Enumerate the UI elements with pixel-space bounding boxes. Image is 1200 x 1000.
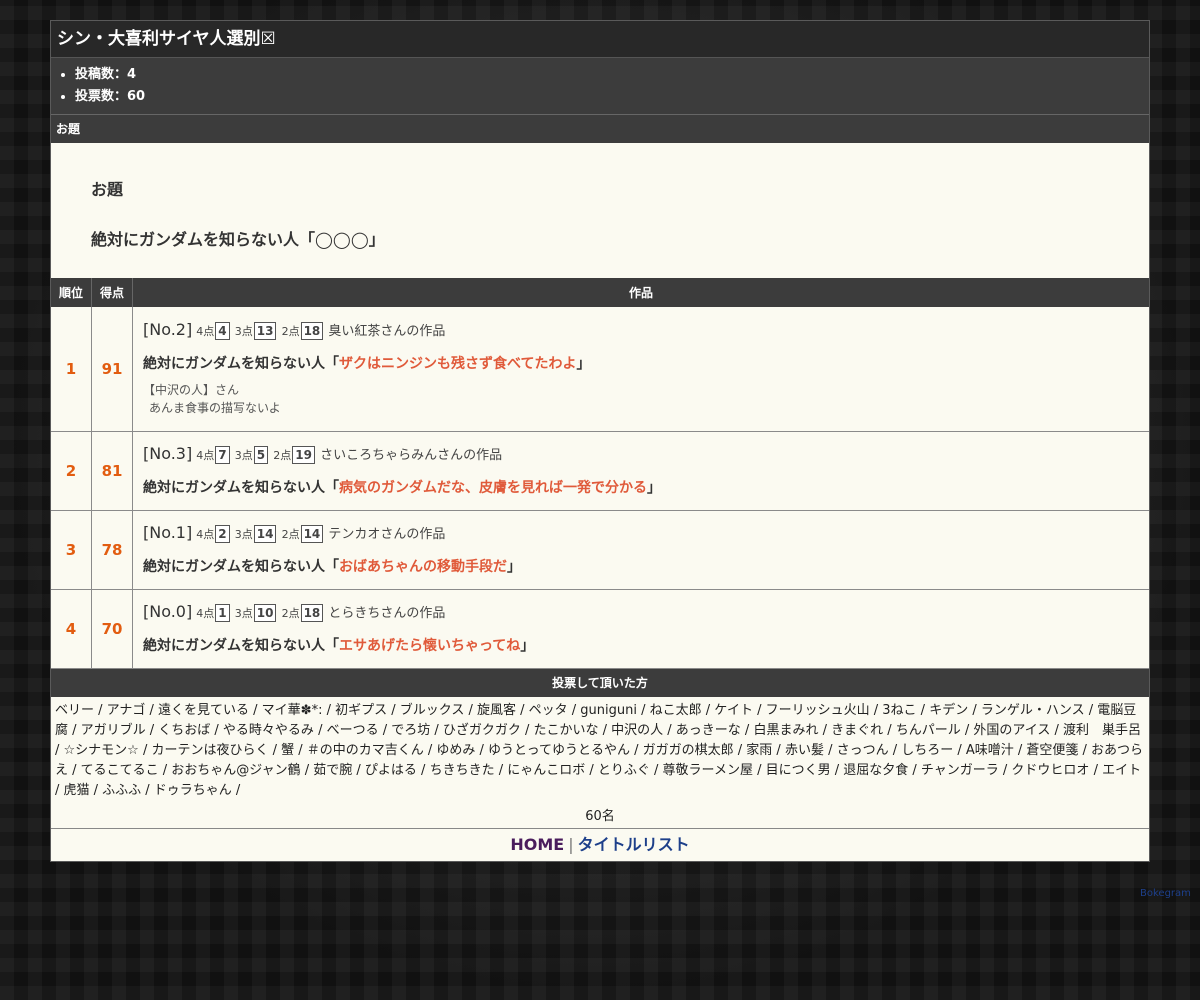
- answer-text: おばあちゃんの移動手段だ: [339, 558, 507, 575]
- score-cell: 78: [91, 510, 133, 590]
- rank-cell: 1: [51, 307, 92, 432]
- answer-prefix: 絶対にガンダムを知らない人「: [143, 355, 339, 372]
- work-meta: [No.3] 4点 7 3点 5 2点 19 さいころちゃらみんさんの作品: [143, 443, 1139, 467]
- answer-prefix: 絶対にガンダムを知らない人「: [143, 558, 339, 575]
- work-cell: [No.3] 4点 7 3点 5 2点 19 さいころちゃらみんさんの作品絶対にガンダム…: [132, 431, 1149, 511]
- points-4-label: 4点: [196, 448, 215, 462]
- points-3-label: 3点: [234, 448, 253, 462]
- footer-nav: HOME | タイトルリスト: [51, 829, 1149, 861]
- rank-cell: 3: [51, 510, 92, 590]
- answer-suffix: 」: [576, 355, 591, 372]
- col-work: 作品: [132, 278, 1149, 307]
- home-link[interactable]: HOME: [510, 835, 564, 854]
- post-count: 投稿数：4: [75, 64, 1149, 86]
- answer-prefix: 絶対にガンダムを知らない人「: [143, 637, 339, 654]
- entry-number: [No.2]: [143, 319, 193, 339]
- points-3-count: 5: [253, 445, 269, 464]
- page-title: シン・大喜利サイヤ人選別☒: [51, 21, 1149, 58]
- comment-author: 【中沢の人】さん: [143, 382, 240, 397]
- results-table: 順位 得点 作品 1 91 [No.2] 4点 4 3点 13 2点 18 臭い紅茶さんの作…: [51, 278, 1149, 669]
- voter-total: 60名: [51, 803, 1149, 829]
- points-4-count: 4: [215, 321, 230, 340]
- answer-line: 絶対にガンダムを知らない人「エサあげたら懐いちゃってね」: [143, 635, 1139, 655]
- odai-panel: お題 絶対にガンダムを知らない人「◯◯◯」: [51, 143, 1149, 278]
- answer-suffix: 」: [647, 479, 661, 496]
- points-4-label: 4点: [196, 527, 215, 541]
- rank-cell: 2: [51, 431, 92, 511]
- author: とらきちさんの作品: [328, 605, 446, 621]
- answer-text: ザクはニンジンも残さず食べてたわよ: [339, 355, 577, 372]
- author: 臭い紅茶さんの作品: [328, 323, 446, 339]
- voters-list: ベリー / アナゴ / 遠くを見ている / マイ華✽*: / 初ギプス / ブル…: [55, 702, 1144, 798]
- points-2-count: 19: [292, 445, 315, 464]
- table-row: 3 78 [No.1] 4点 2 3点 14 2点 14 テンカオさんの作品 絶対にガンダムを…: [51, 510, 1149, 590]
- points-3-count: 10: [253, 603, 277, 622]
- table-row: 4 70 [No.0] 4点 1 3点 10 2点 18 とらきちさんの作品 絶対にガンダムを…: [51, 589, 1149, 669]
- comment-body: あんま食事の描写ないよ: [149, 400, 281, 415]
- author: さいころちゃらみんさんの作品: [320, 447, 503, 463]
- title-list-link[interactable]: タイトルリスト: [578, 835, 690, 854]
- points-4-label: 4点: [196, 324, 215, 338]
- points-2-label: 2点: [281, 324, 300, 338]
- nav-separator: |: [568, 834, 574, 854]
- entry-number: [No.3]: [143, 443, 193, 463]
- answer-text: エサあげたら懐いちゃってね: [339, 637, 521, 654]
- vote-count: 投票数：60: [75, 86, 1149, 108]
- score-cell: 70: [91, 589, 133, 669]
- points-3-label: 3点: [234, 527, 253, 541]
- odai-text: 絶対にガンダムを知らない人「◯◯◯」: [91, 230, 385, 249]
- odai-header: お題: [51, 115, 1149, 143]
- work-cell: [No.2] 4点 4 3点 13 2点 18 臭い紅茶さんの作品絶対にガンダムを知らな…: [132, 307, 1149, 432]
- points-3-label: 3点: [234, 606, 253, 620]
- col-score: 得点: [91, 278, 133, 307]
- score-cell: 91: [91, 307, 133, 432]
- points-2-count: 18: [300, 321, 324, 340]
- points-2-label: 2点: [273, 448, 292, 462]
- answer-text: 病気のガンダムだな、皮膚を見れば一発で分かる: [339, 479, 647, 496]
- work-meta: [No.2] 4点 4 3点 13 2点 18 臭い紅茶さんの作品: [143, 319, 1139, 343]
- table-row: 2 81 [No.3] 4点 7 3点 5 2点 19 さいころちゃらみんさんの作品 絶対にガ…: [51, 431, 1149, 511]
- comment: 【中沢の人】さんあんま食事の描写ないよ: [143, 381, 1139, 417]
- entry-number: [No.1]: [143, 522, 193, 542]
- points-4-count: 7: [215, 445, 230, 464]
- table-row: 1 91 [No.2] 4点 4 3点 13 2点 18 臭い紅茶さんの作品 絶対にガンダムを…: [51, 307, 1149, 432]
- answer-prefix: 絶対にガンダムを知らない人「: [143, 479, 339, 496]
- voters-header: 投票して頂いた方: [51, 668, 1149, 697]
- points-4-label: 4点: [196, 606, 215, 620]
- points-4-count: 1: [215, 603, 230, 622]
- col-rank: 順位: [51, 278, 92, 307]
- entry-number: [No.0]: [143, 601, 193, 621]
- answer-suffix: 」: [507, 558, 521, 575]
- answer-line: 絶対にガンダムを知らない人「おばあちゃんの移動手段だ」: [143, 556, 1139, 576]
- points-4-count: 2: [215, 524, 230, 543]
- rank-cell: 4: [51, 589, 92, 669]
- author: テンカオさんの作品: [328, 526, 446, 542]
- points-3-label: 3点: [234, 324, 253, 338]
- stats-panel: 投稿数：4 投票数：60: [51, 58, 1149, 115]
- main-container: シン・大喜利サイヤ人選別☒ 投稿数：4 投票数：60 お題 お題 絶対にガンダム…: [50, 20, 1150, 862]
- answer-line: 絶対にガンダムを知らない人「ザクはニンジンも残さず食べてたわよ」: [143, 353, 1139, 373]
- work-cell: [No.1] 4点 2 3点 14 2点 14 テンカオさんの作品 絶対にガンダムを知らな…: [132, 510, 1149, 590]
- credit-link[interactable]: Bokegram: [1140, 888, 1191, 899]
- points-3-count: 14: [253, 524, 277, 543]
- points-2-label: 2点: [281, 527, 300, 541]
- answer-suffix: 」: [520, 637, 535, 654]
- points-3-count: 13: [253, 321, 277, 340]
- score-cell: 81: [91, 431, 133, 511]
- points-2-count: 14: [300, 524, 324, 543]
- odai-label: お題: [91, 180, 124, 199]
- answer-line: 絶対にガンダムを知らない人「病気のガンダムだな、皮膚を見れば一発で分かる」: [143, 477, 1139, 497]
- work-meta: [No.1] 4点 2 3点 14 2点 14 テンカオさんの作品: [143, 522, 1139, 546]
- work-meta: [No.0] 4点 1 3点 10 2点 18 とらきちさんの作品: [143, 601, 1139, 625]
- work-cell: [No.0] 4点 1 3点 10 2点 18 とらきちさんの作品絶対にガンダムを知らな…: [132, 589, 1149, 669]
- points-2-label: 2点: [281, 606, 300, 620]
- points-2-count: 18: [300, 603, 324, 622]
